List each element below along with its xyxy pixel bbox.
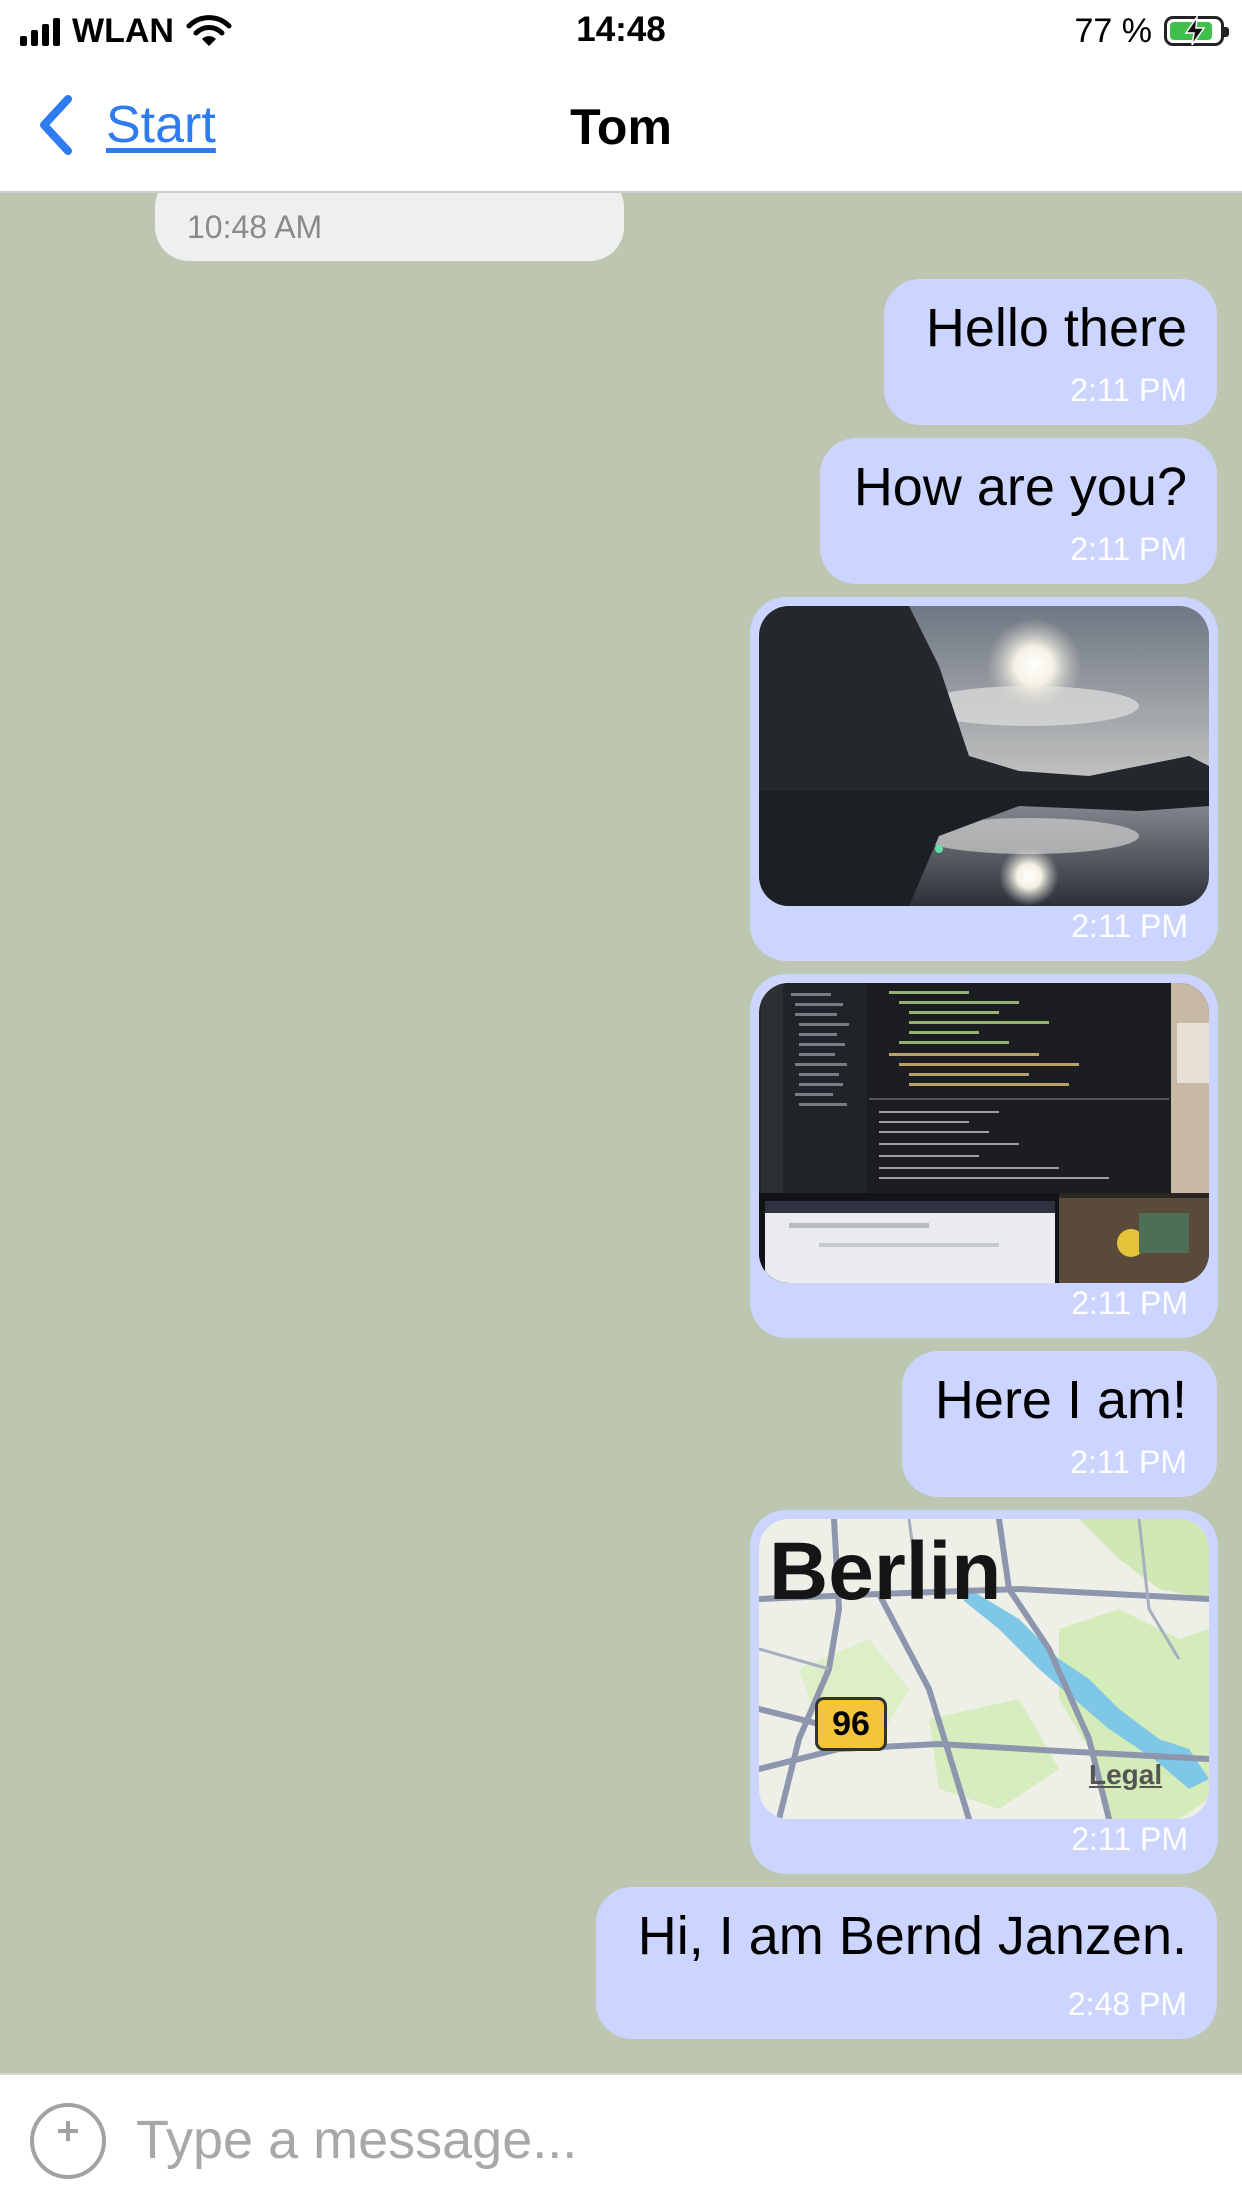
charging-bolt-icon <box>1184 16 1206 46</box>
computer-photo[interactable] <box>759 983 1209 1283</box>
message-time: 2:11 PM <box>1070 531 1187 567</box>
battery-charging-icon <box>1164 16 1229 46</box>
battery-percent: 77 % <box>1074 11 1153 50</box>
lake-photo[interactable] <box>759 606 1209 906</box>
map-legal-link[interactable]: Legal <box>1089 1759 1162 1791</box>
outgoing-message-bubble[interactable]: How are you? 2:11 PM <box>820 438 1217 584</box>
message-time: 2:11 PM <box>1071 1285 1188 1321</box>
location-map[interactable]: Berlin 96 Legal <box>759 1519 1209 1819</box>
message-text: Hello there <box>925 298 1187 358</box>
lake-photo-image <box>759 606 1209 906</box>
chat-area[interactable]: 10:48 AM Hello there 2:11 PM How are you… <box>0 193 1242 2073</box>
message-time: 10:48 AM <box>187 209 323 245</box>
incoming-message-bubble: 10:48 AM <box>155 193 624 261</box>
status-right: 77 % <box>1074 10 1229 52</box>
message-time: 2:11 PM <box>1071 1821 1188 1857</box>
outgoing-location-bubble[interactable]: Berlin 96 Legal 2:11 PM <box>750 1510 1218 1874</box>
computer-photo-image <box>759 983 1209 1283</box>
message-text: Here I am! <box>934 1370 1187 1430</box>
add-attachment-icon[interactable] <box>30 2103 106 2179</box>
battery-cap <box>1224 27 1229 37</box>
message-time: 2:11 PM <box>1070 1444 1187 1480</box>
outgoing-image-bubble[interactable]: 2:11 PM <box>750 597 1218 961</box>
map-city-label: Berlin <box>769 1526 1002 1617</box>
outgoing-image-bubble[interactable]: 2:11 PM <box>750 974 1218 1338</box>
message-text: Hi, I am Bernd Janzen. <box>637 1906 1187 1966</box>
outgoing-message-bubble[interactable]: Hello there 2:11 PM <box>884 279 1217 425</box>
message-input[interactable] <box>136 2099 1196 2181</box>
message-time: 2:48 PM <box>1067 1986 1187 2022</box>
message-composer <box>0 2073 1242 2210</box>
nav-bar: Start Tom <box>0 62 1242 193</box>
outgoing-message-bubble[interactable]: Hi, I am Bernd Janzen. 2:48 PM <box>596 1887 1217 2039</box>
message-time: 2:11 PM <box>1070 372 1187 408</box>
message-time: 2:11 PM <box>1071 908 1188 944</box>
message-text: How are you? <box>853 457 1187 517</box>
chat-title: Tom <box>570 99 672 155</box>
status-bar: WLAN 14:48 77 % <box>0 0 1242 62</box>
outgoing-message-bubble[interactable]: Here I am! 2:11 PM <box>902 1351 1217 1497</box>
road-number-badge: 96 <box>815 1697 887 1751</box>
status-time: 14:48 <box>576 10 666 49</box>
